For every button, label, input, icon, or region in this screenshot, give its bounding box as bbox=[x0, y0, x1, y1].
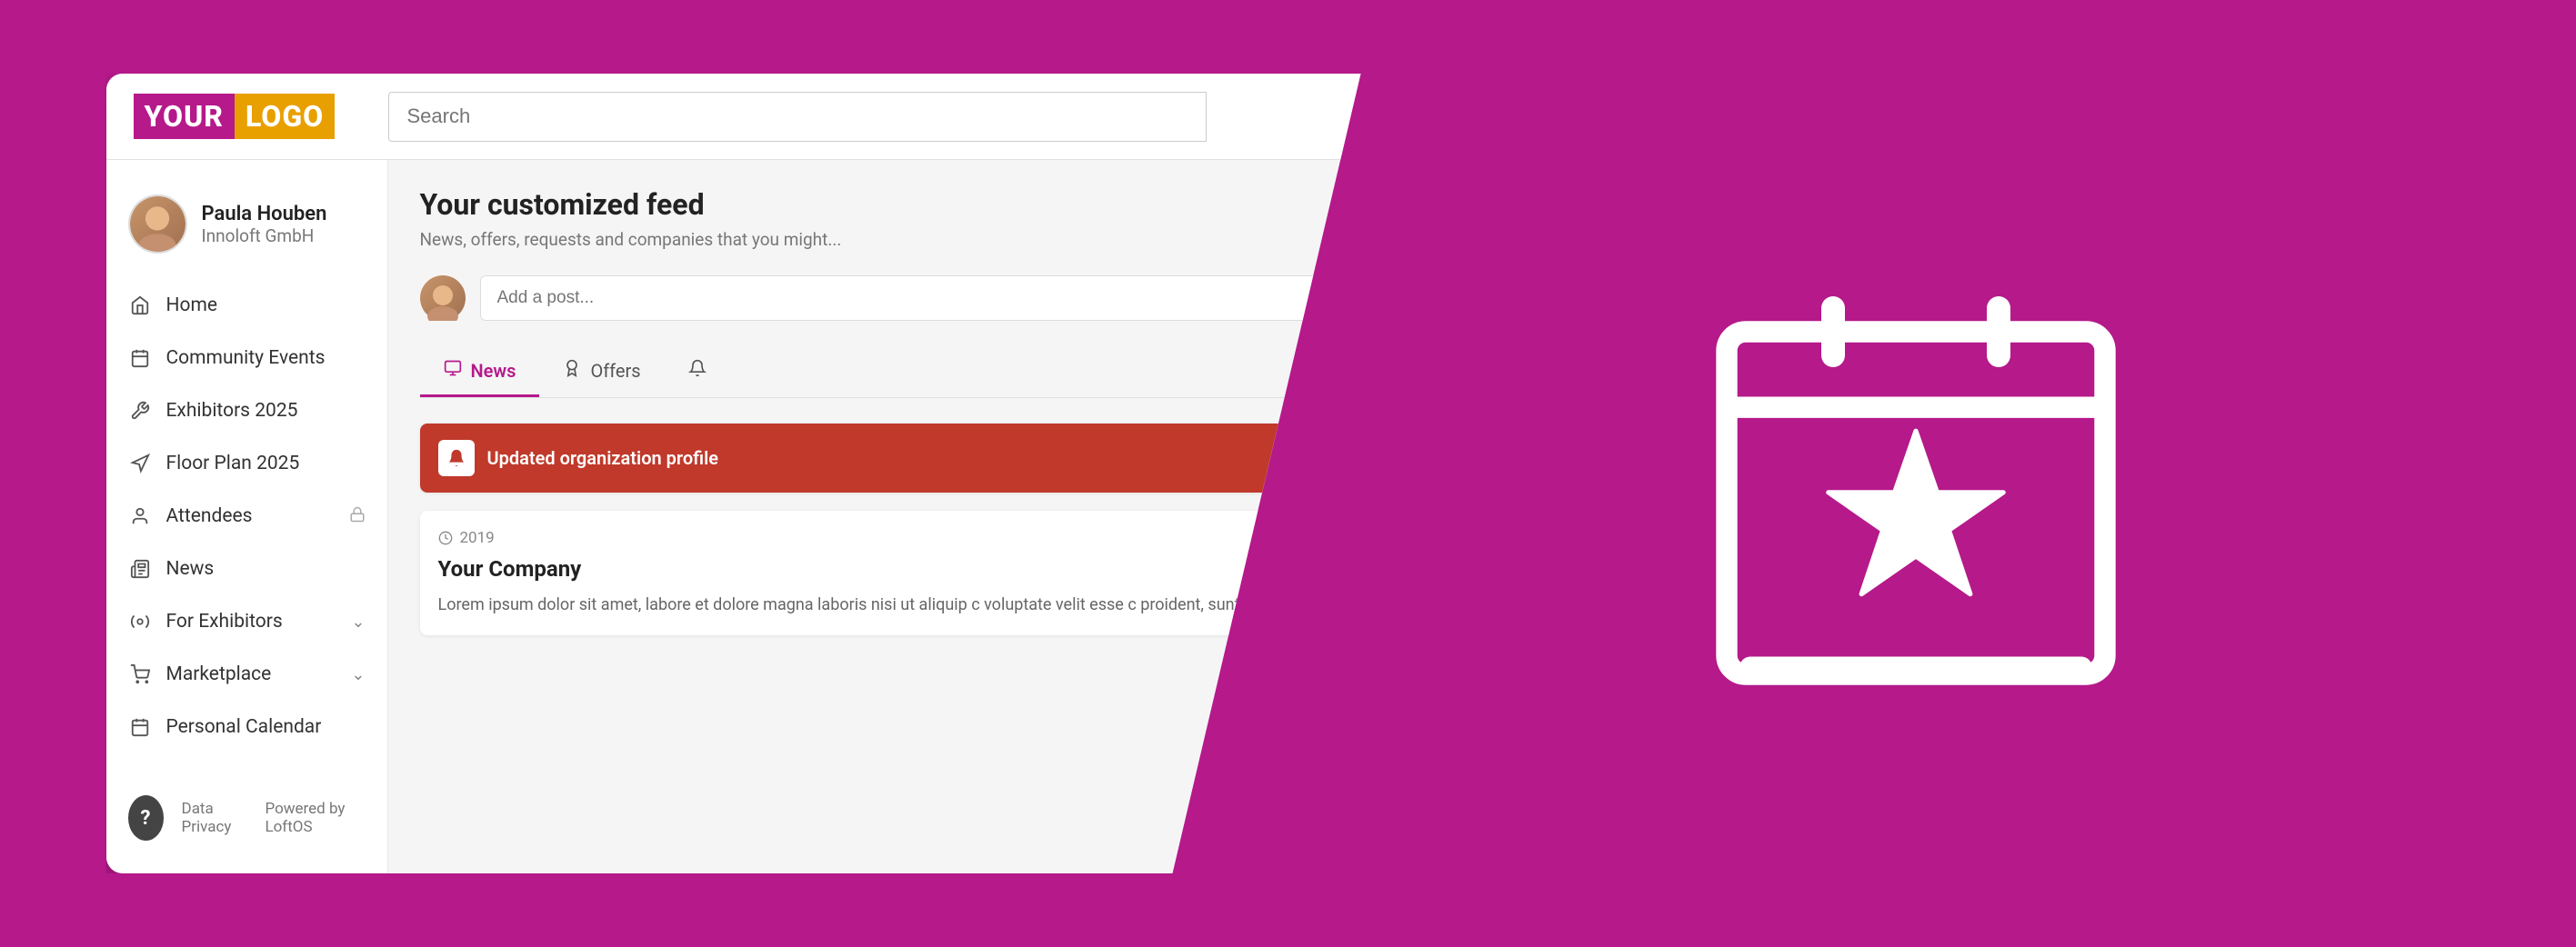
sidebar-item-floor-plan-2025[interactable]: Floor Plan 2025 bbox=[106, 437, 387, 490]
main-container: YOUR LOGO bbox=[106, 65, 2471, 882]
search-bar[interactable] bbox=[388, 92, 1207, 142]
tab-third[interactable] bbox=[665, 346, 730, 397]
post-input[interactable] bbox=[480, 275, 1329, 321]
nav-items: Home Community Events bbox=[106, 279, 387, 781]
sidebar-item-label-floor-plan-2025: Floor Plan 2025 bbox=[166, 453, 366, 474]
sidebar: Paula Houben Innoloft GmbH Home bbox=[106, 160, 388, 873]
calendar-star-icon bbox=[1679, 237, 2152, 710]
personal-calendar-icon bbox=[128, 715, 152, 739]
feed-subtitle: News, offers, requests and companies tha… bbox=[420, 229, 1329, 250]
sidebar-item-label-home: Home bbox=[166, 294, 366, 316]
tab-offers-icon bbox=[563, 359, 581, 382]
footer-links: Data Privacy Powered by LoftOS bbox=[182, 800, 366, 836]
sidebar-item-label-exhibitors-2025: Exhibitors 2025 bbox=[166, 400, 366, 422]
home-icon bbox=[128, 294, 152, 317]
news-icon bbox=[128, 557, 152, 581]
user-company: Innoloft GmbH bbox=[202, 225, 327, 246]
notification-card-header: Updated organization profile bbox=[420, 424, 1329, 493]
avatar bbox=[128, 194, 187, 254]
sidebar-item-label-personal-calendar: Personal Calendar bbox=[166, 716, 366, 738]
user-info: Paula Houben Innoloft GmbH bbox=[106, 178, 387, 279]
avatar-inner bbox=[130, 196, 185, 252]
community-events-icon bbox=[128, 346, 152, 370]
calendar-icon-wrapper bbox=[1679, 237, 2152, 710]
notification-card: Updated organization profile bbox=[420, 424, 1329, 493]
logo-your: YOUR bbox=[134, 94, 235, 139]
lock-icon bbox=[349, 506, 366, 527]
sidebar-item-label-news: News bbox=[166, 558, 366, 580]
tab-third-icon bbox=[688, 359, 707, 382]
for-exhibitors-chevron-icon: ⌄ bbox=[351, 613, 365, 632]
top-bar: YOUR LOGO bbox=[106, 74, 1361, 160]
app-panel: YOUR LOGO bbox=[106, 74, 1361, 873]
notification-icon bbox=[438, 440, 475, 476]
feed-area: Your customized feed News, offers, reque… bbox=[388, 160, 1361, 873]
small-avatar bbox=[420, 275, 466, 321]
sidebar-item-personal-calendar[interactable]: Personal Calendar bbox=[106, 701, 387, 753]
sidebar-item-exhibitors-2025[interactable]: Exhibitors 2025 bbox=[106, 384, 387, 437]
marketplace-chevron-icon: ⌄ bbox=[351, 665, 365, 684]
logo-area: YOUR LOGO bbox=[134, 94, 370, 139]
feed-title: Your customized feed bbox=[420, 187, 1329, 222]
post-card-body: 2019 Your Company Lorem ipsum dolor sit … bbox=[420, 511, 1329, 635]
for-exhibitors-icon bbox=[128, 610, 152, 633]
sidebar-item-label-marketplace: Marketplace bbox=[166, 663, 337, 685]
sidebar-footer: ? Data Privacy Powered by LoftOS bbox=[106, 781, 387, 855]
tab-news[interactable]: News bbox=[420, 346, 540, 397]
floor-plan-icon bbox=[128, 452, 152, 475]
icon-panel bbox=[1361, 237, 2471, 710]
notification-title: Updated organization profile bbox=[487, 447, 719, 469]
tab-news-icon bbox=[444, 359, 462, 382]
user-name: Paula Houben bbox=[202, 203, 327, 225]
sidebar-item-marketplace[interactable]: Marketplace ⌄ bbox=[106, 648, 387, 701]
post-card: 2019 Your Company Lorem ipsum dolor sit … bbox=[420, 511, 1329, 635]
sidebar-item-label-attendees: Attendees bbox=[166, 505, 335, 527]
post-year: 2019 bbox=[438, 529, 1311, 547]
post-company: Your Company bbox=[438, 556, 1311, 582]
sidebar-item-label-for-exhibitors: For Exhibitors bbox=[166, 611, 337, 633]
tab-offers[interactable]: Offers bbox=[539, 346, 664, 397]
tab-news-label: News bbox=[471, 360, 516, 382]
help-button[interactable]: ? bbox=[128, 795, 164, 841]
logo-logo: LOGO bbox=[235, 94, 335, 139]
attendees-icon bbox=[128, 504, 152, 528]
exhibitors-icon bbox=[128, 399, 152, 423]
sidebar-item-label-community-events: Community Events bbox=[166, 347, 366, 369]
post-input-row bbox=[420, 275, 1329, 321]
post-text: Lorem ipsum dolor sit amet, labore et do… bbox=[438, 593, 1311, 617]
feed-tabs: News Offers bbox=[420, 346, 1329, 398]
sidebar-item-attendees[interactable]: Attendees bbox=[106, 490, 387, 543]
sidebar-item-news[interactable]: News bbox=[106, 543, 387, 595]
data-privacy-link[interactable]: Data Privacy bbox=[182, 800, 247, 836]
user-details: Paula Houben Innoloft GmbH bbox=[202, 203, 327, 246]
marketplace-icon bbox=[128, 663, 152, 686]
content-area: Paula Houben Innoloft GmbH Home bbox=[106, 160, 1361, 873]
post-year-value: 2019 bbox=[460, 529, 495, 547]
tab-offers-label: Offers bbox=[590, 360, 640, 382]
sidebar-item-home[interactable]: Home bbox=[106, 279, 387, 332]
powered-by-label: Powered by LoftOS bbox=[265, 800, 365, 836]
search-input[interactable] bbox=[388, 92, 1207, 142]
sidebar-item-community-events[interactable]: Community Events bbox=[106, 332, 387, 384]
sidebar-item-for-exhibitors[interactable]: For Exhibitors ⌄ bbox=[106, 595, 387, 648]
